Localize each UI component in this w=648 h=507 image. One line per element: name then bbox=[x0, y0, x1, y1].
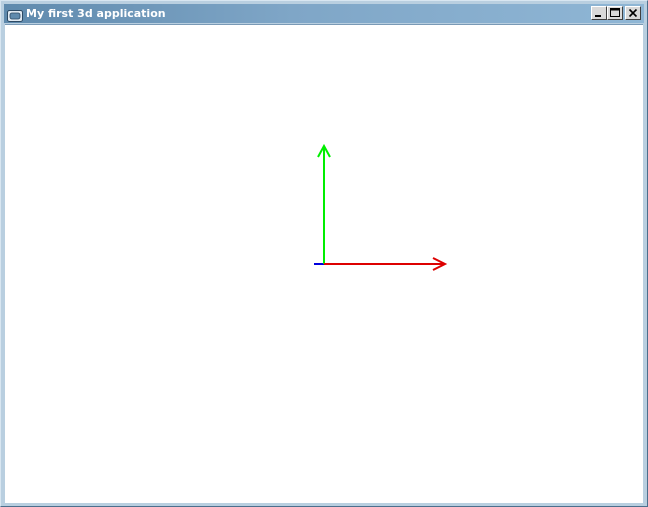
application-window: My first 3d application bbox=[0, 0, 648, 507]
maximize-icon bbox=[610, 8, 620, 17]
app-window-icon[interactable] bbox=[7, 7, 23, 22]
close-icon bbox=[628, 8, 638, 18]
minimize-icon bbox=[595, 15, 601, 17]
maximize-button[interactable] bbox=[607, 6, 623, 20]
title-bar[interactable]: My first 3d application bbox=[4, 4, 644, 23]
render-area[interactable] bbox=[5, 24, 643, 503]
caption-buttons bbox=[591, 6, 641, 20]
minimize-button[interactable] bbox=[591, 6, 607, 20]
close-button[interactable] bbox=[625, 6, 641, 20]
3d-viewport[interactable] bbox=[5, 25, 643, 504]
window-title: My first 3d application bbox=[26, 7, 166, 20]
